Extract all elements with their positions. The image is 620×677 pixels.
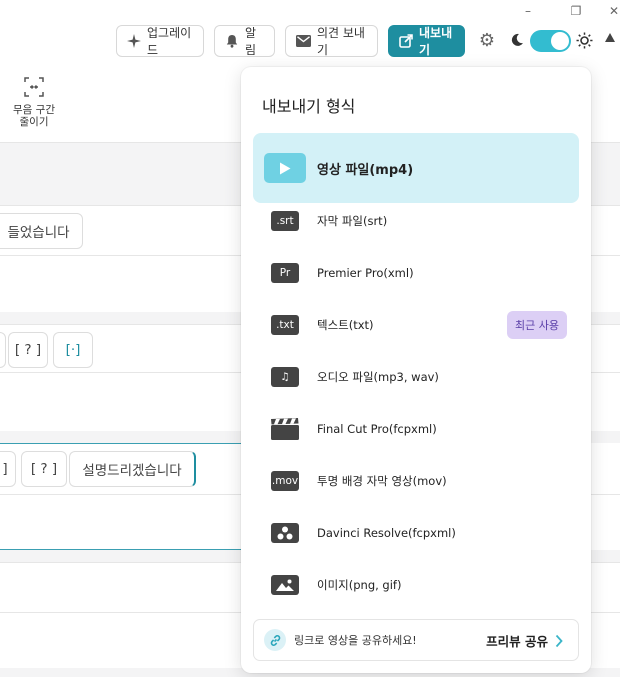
close-window-button[interactable]: ✕ (606, 2, 620, 20)
davinci-icon (271, 523, 299, 543)
link-icon (264, 629, 286, 651)
maximize-button[interactable]: ❐ (566, 2, 586, 20)
format-finalcut[interactable]: Final Cut Pro(fcpxml) (253, 405, 579, 453)
format-label: Final Cut Pro(fcpxml) (317, 422, 437, 436)
format-image[interactable]: 이미지(png, gif) (253, 561, 579, 609)
silence-marker-chip[interactable]: [·] (53, 332, 93, 368)
format-label: Davinci Resolve(fcpxml) (317, 526, 456, 540)
panel-title: 내보내기 형식 (262, 97, 356, 116)
word-chip-edge[interactable] (0, 332, 6, 368)
format-label: 오디오 파일(mp3, wav) (317, 370, 439, 384)
mail-icon (296, 33, 311, 49)
format-premiere[interactable]: Pr Premier Pro(xml) (253, 249, 579, 297)
play-icon (264, 153, 306, 183)
feedback-button[interactable]: 의견 보내기 (285, 25, 378, 57)
format-txt[interactable]: .txt 텍스트(txt) 최근 사용 (253, 301, 579, 349)
silence-label-2: 줄이기 (19, 116, 49, 128)
format-label: 영상 파일(mp4) (317, 162, 414, 178)
premiere-icon: Pr (271, 263, 299, 283)
upgrade-button[interactable]: 업그레이드 (116, 25, 204, 57)
format-mov[interactable]: .mov 투명 배경 자막 영상(mov) (253, 457, 579, 505)
export-icon (399, 33, 413, 49)
format-label: 자막 파일(srt) (317, 214, 388, 228)
word-chip[interactable]: 들었습니다 (0, 213, 83, 249)
bell-icon (225, 33, 239, 49)
sun-icon (576, 32, 593, 49)
reduce-silence-tool[interactable]: 무음 구간 줄이기 (8, 76, 60, 128)
moon-icon (509, 32, 525, 48)
feedback-label: 의견 보내기 (317, 26, 365, 57)
format-srt[interactable]: .srt 자막 파일(srt) (253, 197, 579, 245)
selection-top-line (0, 443, 241, 444)
format-mp4[interactable]: 영상 파일(mp4) (253, 133, 579, 203)
silence-icon (24, 77, 44, 97)
minimize-button[interactable]: – (518, 2, 538, 20)
music-icon: ♫ (271, 367, 299, 387)
format-label: 투명 배경 자막 영상(mov) (317, 474, 447, 488)
preview-share-bar[interactable]: 링크로 영상을 공유하세요! 프리뷰 공유 (253, 619, 579, 661)
clapper-icon (271, 418, 299, 440)
word-chip-cursor[interactable]: 설명드리겠습니다 (69, 451, 196, 487)
image-icon (271, 575, 299, 595)
format-label: 텍스트(txt) (317, 318, 374, 332)
alarm-label: 알림 (245, 26, 257, 57)
chevron-right-icon (554, 633, 564, 648)
unknown-word-chip[interactable]: [ ? ] (8, 332, 48, 368)
format-label: 이미지(png, gif) (317, 578, 402, 592)
scroll-up-arrow[interactable] (605, 33, 615, 42)
upgrade-label: 업그레이드 (147, 26, 192, 57)
silence-label-1: 무음 구간 (13, 104, 55, 116)
sparkle-icon (127, 33, 141, 49)
format-label: Premier Pro(xml) (317, 266, 414, 280)
gear-icon[interactable]: ⚙ (477, 31, 497, 51)
share-text: 링크로 영상을 공유하세요! (294, 634, 417, 647)
unknown-word-chip[interactable]: [ ? ] (21, 451, 67, 487)
alarm-button[interactable]: 알림 (214, 25, 275, 57)
toggle-knob (551, 32, 569, 50)
export-button[interactable]: 내보내기 (388, 25, 465, 57)
theme-toggle[interactable] (530, 30, 571, 52)
preview-share-button[interactable]: 프리뷰 공유 (486, 631, 548, 650)
txt-icon: .txt (271, 315, 299, 335)
export-format-panel: 내보내기 형식 영상 파일(mp4) .srt 자막 파일(srt) Pr Pr… (241, 67, 591, 673)
word-chip-edge[interactable]: ] (0, 451, 16, 487)
format-audio[interactable]: ♫ 오디오 파일(mp3, wav) (253, 353, 579, 401)
srt-icon: .srt (271, 211, 299, 231)
recent-used-badge: 최근 사용 (507, 311, 567, 339)
mov-icon: .mov (271, 471, 299, 491)
format-davinci[interactable]: Davinci Resolve(fcpxml) (253, 509, 579, 557)
export-label: 내보내기 (419, 26, 453, 57)
